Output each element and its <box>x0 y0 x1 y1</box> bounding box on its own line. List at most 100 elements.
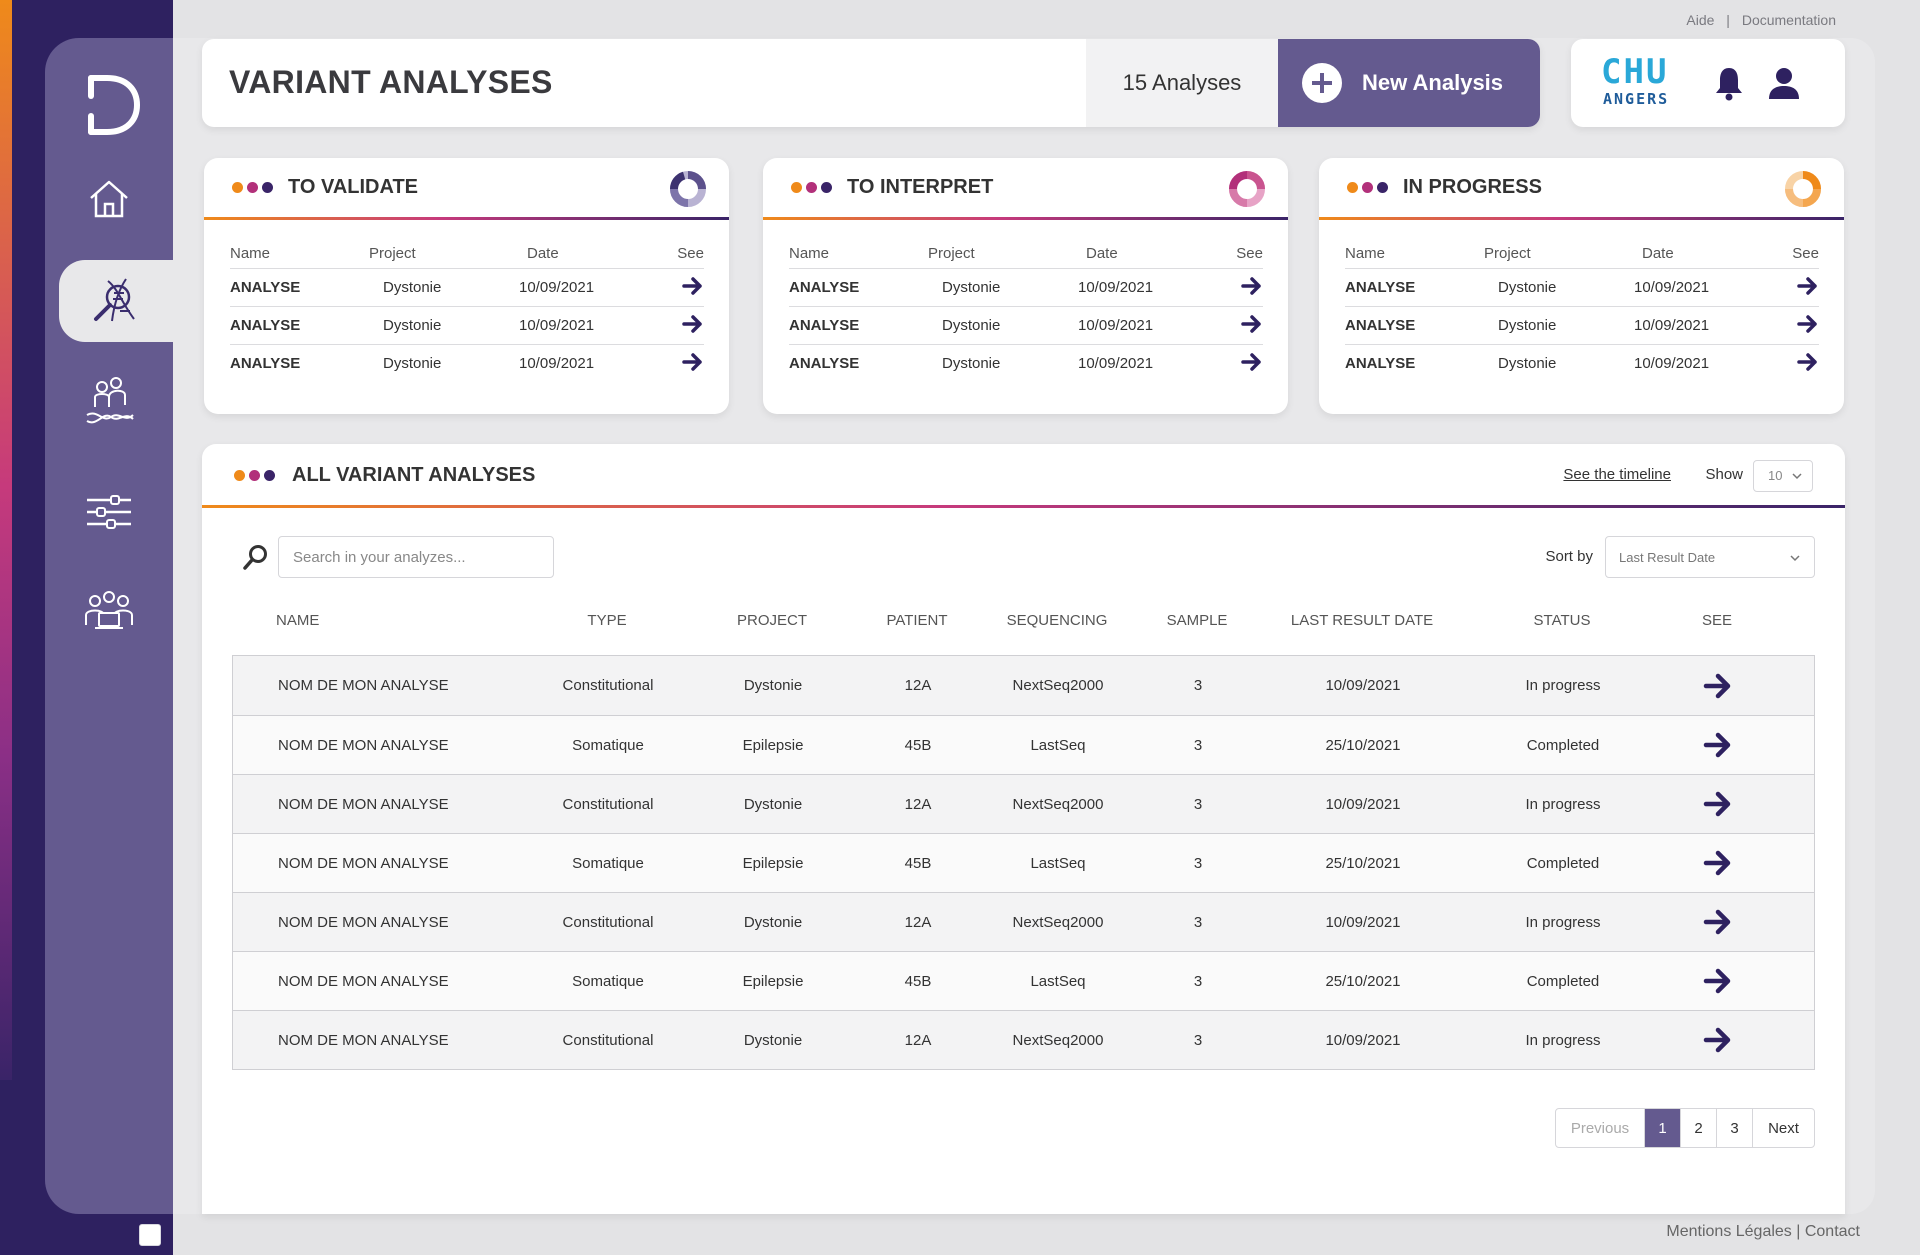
see-arrow[interactable] <box>1219 314 1263 338</box>
see-arrow[interactable] <box>1775 314 1819 338</box>
cell-project: Epilepsie <box>742 736 804 754</box>
network-icon[interactable] <box>139 1224 161 1246</box>
col-status[interactable]: STATUS <box>1472 612 1652 629</box>
all-analyses-panel: ALL VARIANT ANALYSES See the timeline Sh… <box>202 444 1845 1214</box>
card-to-validate: TO VALIDATE Name Project Date See ANALYS… <box>204 158 729 414</box>
settings-sliders-icon <box>87 495 131 529</box>
col-name[interactable]: NAME <box>232 612 532 629</box>
col-type[interactable]: TYPE <box>532 612 682 629</box>
analyses-table: NOM DE MON ANALYSE Constitutional Dyston… <box>232 655 1815 1070</box>
home-icon <box>90 180 128 218</box>
see-arrow[interactable] <box>1219 352 1263 376</box>
help-link[interactable]: Aide <box>1686 12 1714 28</box>
sort-label: Sort by <box>1545 548 1593 565</box>
see-arrow[interactable] <box>1653 790 1783 818</box>
card-title: IN PROGRESS <box>1403 176 1542 198</box>
bell-icon[interactable] <box>1713 65 1745 101</box>
new-analysis-button[interactable]: New Analysis <box>1278 39 1540 127</box>
pagination-page-2[interactable]: 2 <box>1680 1109 1716 1147</box>
col-patient[interactable]: PATIENT <box>862 612 972 629</box>
see-arrow[interactable] <box>1653 967 1783 995</box>
cell-project: Dystonie <box>743 913 803 931</box>
row-date: 10/09/2021 <box>519 355 595 372</box>
panel-header: ALL VARIANT ANALYSES See the timeline Sh… <box>202 444 1845 508</box>
cell-name: NOM DE MON ANALYSE <box>278 677 449 694</box>
see-arrow[interactable] <box>1775 276 1819 300</box>
row-project: Dystonie <box>383 279 442 296</box>
see-arrow[interactable] <box>660 314 704 338</box>
cell-sequencing: NextSeq2000 <box>1012 1031 1104 1049</box>
arrow-right-icon <box>1797 276 1817 295</box>
col-name: Name <box>789 244 830 262</box>
dots-decoration <box>232 182 273 193</box>
col-date: Date <box>1086 244 1118 262</box>
cell-sample: 3 <box>1193 677 1203 694</box>
show-count-select[interactable]: 10 <box>1753 460 1813 492</box>
table-row: NOM DE MON ANALYSE Somatique Epilepsie 4… <box>233 833 1814 892</box>
see-arrow[interactable] <box>1653 849 1783 877</box>
row-name: ANALYSE <box>1345 317 1416 334</box>
col-last-result-date[interactable]: LAST RESULT DATE <box>1252 612 1472 629</box>
sort-select[interactable]: Last Result Date <box>1605 536 1815 578</box>
list-item: ANALYSE Dystonie 10/09/2021 <box>1345 268 1819 306</box>
pagination-next[interactable]: Next <box>1752 1109 1814 1147</box>
nav-home[interactable] <box>45 158 173 240</box>
table-row: NOM DE MON ANALYSE Constitutional Dyston… <box>233 656 1814 715</box>
cell-sequencing: LastSeq <box>1030 736 1086 754</box>
app-logo[interactable] <box>85 74 141 136</box>
dots-decoration <box>791 182 832 193</box>
org-logo-line2: ANGERS <box>1603 90 1670 108</box>
panel-title: ALL VARIANT ANALYSES <box>292 464 536 486</box>
documentation-link[interactable]: Documentation <box>1742 12 1836 28</box>
cell-type: Constitutional <box>562 1031 654 1049</box>
pagination-page-1[interactable]: 1 <box>1644 1109 1680 1147</box>
dna-search-icon <box>94 278 135 322</box>
arrow-right-icon <box>1797 314 1817 333</box>
nav-settings[interactable] <box>45 471 173 553</box>
see-arrow[interactable] <box>660 276 704 300</box>
cell-patient: 45B <box>904 972 932 990</box>
arrow-right-icon <box>682 314 702 333</box>
search-icon <box>243 545 267 570</box>
col-sample[interactable]: SAMPLE <box>1142 612 1252 629</box>
see-timeline-link[interactable]: See the timeline <box>1563 466 1671 483</box>
nav-team[interactable] <box>45 570 173 652</box>
see-arrow[interactable] <box>1653 731 1783 759</box>
see-arrow[interactable] <box>1653 672 1783 700</box>
arrow-right-icon <box>1703 732 1731 758</box>
cell-status: In progress <box>1525 1031 1601 1049</box>
pagination-page-3[interactable]: 3 <box>1716 1109 1752 1147</box>
col-project: Project <box>1484 244 1531 262</box>
row-date: 10/09/2021 <box>519 279 595 296</box>
see-arrow[interactable] <box>1653 908 1783 936</box>
pagination-previous[interactable]: Previous <box>1556 1109 1644 1147</box>
list-item: ANALYSE Dystonie 10/09/2021 <box>1345 306 1819 344</box>
see-arrow[interactable] <box>1775 352 1819 376</box>
row-name: ANALYSE <box>230 355 301 372</box>
col-sequencing[interactable]: SEQUENCING <box>972 612 1142 629</box>
search-input[interactable] <box>278 536 554 578</box>
cell-project: Epilepsie <box>742 972 804 990</box>
col-project[interactable]: PROJECT <box>682 612 862 629</box>
cell-sample: 3 <box>1193 913 1203 931</box>
cell-project: Dystonie <box>743 1031 803 1049</box>
cell-sample: 3 <box>1193 736 1203 754</box>
see-arrow[interactable] <box>660 352 704 376</box>
user-icon[interactable] <box>1767 65 1801 101</box>
see-arrow[interactable] <box>1653 1026 1783 1054</box>
cell-name: NOM DE MON ANALYSE <box>278 795 449 813</box>
list-item: ANALYSE Dystonie 10/09/2021 <box>230 344 704 382</box>
footer-links[interactable]: Mentions Légales | Contact <box>1666 1223 1860 1241</box>
nav-patients[interactable] <box>45 360 173 442</box>
nav-variant-analyses[interactable] <box>59 260 173 342</box>
row-project: Dystonie <box>942 279 1001 296</box>
cell-patient: 12A <box>904 795 932 813</box>
cell-sequencing: NextSeq2000 <box>1012 677 1104 694</box>
cell-project: Dystonie <box>743 795 803 813</box>
card-header: TO VALIDATE <box>204 158 729 220</box>
row-name: ANALYSE <box>789 317 860 334</box>
card-to-interpret: TO INTERPRET Name Project Date See ANALY… <box>763 158 1288 414</box>
list-item: ANALYSE Dystonie 10/09/2021 <box>789 344 1263 382</box>
see-arrow[interactable] <box>1219 276 1263 300</box>
sort-value: Last Result Date <box>1619 550 1716 565</box>
